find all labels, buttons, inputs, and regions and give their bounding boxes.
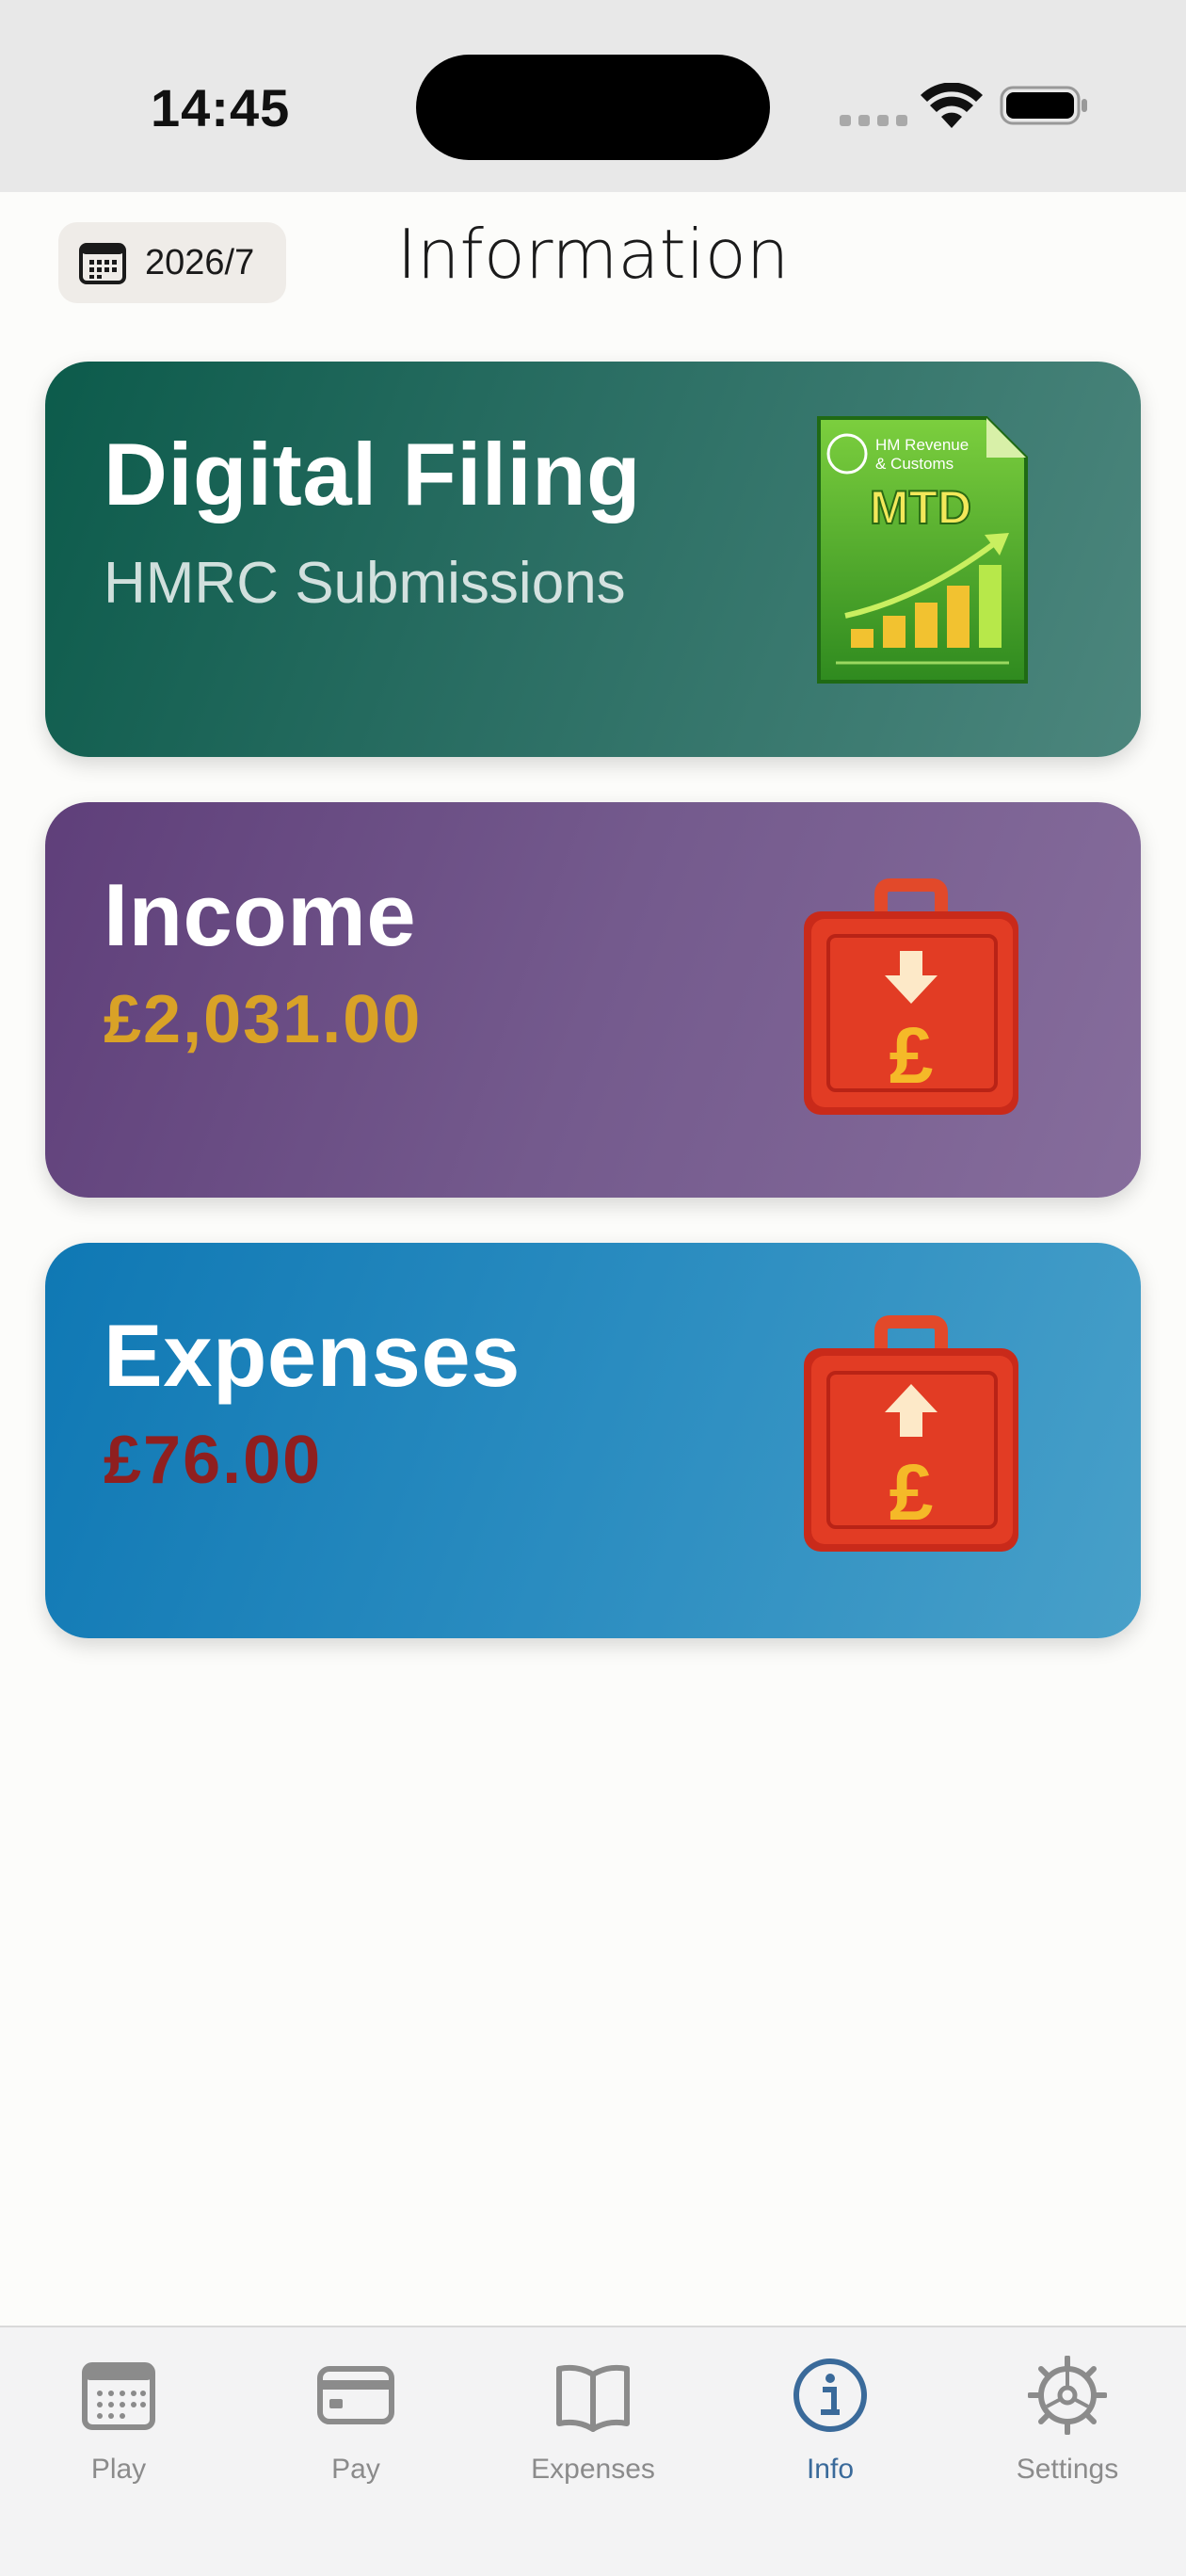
tab-label: Pay bbox=[331, 2454, 380, 2485]
briefcase-income-icon: £ bbox=[804, 878, 1018, 1115]
income-amount: £2,031.00 bbox=[104, 982, 423, 1057]
digital-filing-card[interactable]: Digital Filing HMRC Submissions HM Reven… bbox=[45, 362, 1141, 757]
tab-bar: Play Pay Expenses Info Settings bbox=[0, 2326, 1186, 2576]
wifi-icon bbox=[921, 83, 983, 128]
tab-settings[interactable]: Settings bbox=[973, 2346, 1162, 2535]
income-card[interactable]: Income £2,031.00 £ bbox=[45, 802, 1141, 1198]
book-icon bbox=[556, 2364, 630, 2432]
cellular-signal-icon bbox=[840, 115, 907, 126]
status-bar: 14:45 bbox=[0, 0, 1186, 192]
card-title: Income bbox=[104, 865, 417, 964]
gear-icon bbox=[1028, 2356, 1107, 2435]
svg-text:HM Revenue: HM Revenue bbox=[875, 436, 969, 454]
screen: 14:45 2026/7 Information Digital Filing … bbox=[0, 0, 1186, 2576]
calendar-icon bbox=[82, 2362, 155, 2430]
tab-label: Play bbox=[90, 2454, 147, 2485]
svg-text:& Customs: & Customs bbox=[875, 455, 954, 473]
tab-info[interactable]: Info bbox=[736, 2346, 924, 2535]
briefcase-expense-icon: £ bbox=[804, 1315, 1018, 1552]
tab-pay[interactable]: Pay bbox=[262, 2346, 450, 2535]
calendar-icon bbox=[79, 243, 126, 284]
month-selector[interactable]: 2026/7 bbox=[58, 222, 286, 303]
expenses-amount: £76.00 bbox=[104, 1423, 323, 1498]
svg-text:MTD: MTD bbox=[870, 481, 971, 534]
month-label: 2026/7 bbox=[145, 242, 255, 282]
card-subtitle: HMRC Submissions bbox=[104, 551, 626, 616]
card-icon bbox=[317, 2366, 394, 2424]
battery-icon bbox=[1000, 86, 1087, 125]
mtd-document-icon: HM Revenue & Customs MTD bbox=[817, 416, 1028, 684]
svg-text:£: £ bbox=[890, 1448, 934, 1537]
card-title: Digital Filing bbox=[104, 425, 641, 523]
tab-label: Info bbox=[806, 2454, 855, 2485]
status-time: 14:45 bbox=[151, 78, 291, 137]
tab-label: Settings bbox=[1016, 2454, 1119, 2485]
tab-expenses[interactable]: Expenses bbox=[499, 2346, 687, 2535]
page-title: Information bbox=[396, 215, 790, 294]
dynamic-island bbox=[416, 55, 770, 160]
tab-play[interactable]: Play bbox=[24, 2346, 213, 2535]
info-icon bbox=[793, 2359, 867, 2432]
svg-text:£: £ bbox=[890, 1011, 934, 1100]
expenses-card[interactable]: Expenses £76.00 £ bbox=[45, 1243, 1141, 1638]
card-title: Expenses bbox=[104, 1306, 521, 1405]
tab-label: Expenses bbox=[531, 2454, 655, 2485]
